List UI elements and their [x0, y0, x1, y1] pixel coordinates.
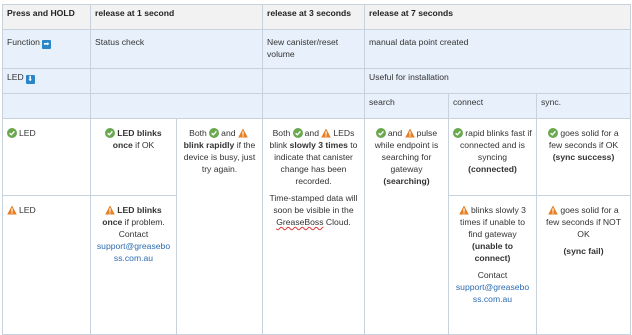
ok-led-label: LED — [19, 128, 36, 138]
blink-rapidly-text: blink rapidly — [183, 140, 235, 150]
header-release-3s: release at 3 seconds — [262, 4, 365, 30]
led-label: LED — [7, 72, 24, 82]
reset-cell: Both and LEDs blink slowly 3 times to in… — [262, 118, 365, 335]
header-press-hold: Press and HOLD — [2, 4, 91, 30]
arrow-right-icon: ➡ — [41, 40, 51, 49]
manual-data-text: manual data point created — [369, 37, 469, 47]
header-row: Press and HOLD release at 1 second relea… — [2, 4, 631, 30]
reset-both: Both — [272, 128, 291, 138]
ok-status-bold2: once — [112, 140, 133, 150]
sync-ok-state: (sync success) — [552, 152, 615, 162]
subheader-row: search connect sync. — [2, 93, 631, 119]
sub-connect: connect — [448, 93, 537, 119]
led-label-cell: LED ⬇ — [2, 68, 91, 94]
arrow-down-icon: ⬇ — [25, 75, 35, 84]
check-circle-icon — [209, 128, 220, 138]
warning-triangle-icon — [404, 128, 415, 138]
function-new-canister: New canister/reset volume — [262, 29, 365, 69]
connect-fail-desc: blinks slowly 3 times if unable to find … — [460, 205, 526, 239]
ok-status-text: if OK — [135, 140, 155, 150]
warn-status-cell: LED blinks once if problem. Contact supp… — [90, 195, 177, 335]
warning-triangle-icon — [7, 205, 17, 215]
sub-sync: sync. — [536, 93, 631, 119]
header-release-7s: release at 7 seconds — [364, 4, 631, 30]
reset-note-brand: GreaseBoss — [276, 217, 324, 227]
connect-ok-desc: rapid blinks fast if connected and is sy… — [460, 128, 532, 162]
reset-and: and — [304, 128, 319, 138]
warning-triangle-icon — [238, 128, 248, 138]
warn-led-label: LED — [19, 205, 36, 215]
led-reference-table: Press and HOLD release at 1 second relea… — [0, 0, 632, 335]
sync-fail-cell: goes solid for a few seconds if NOT OK (… — [536, 195, 631, 335]
useful-installation: Useful for installation — [364, 68, 631, 94]
led-empty-2 — [262, 68, 365, 94]
function-status-check: Status check — [90, 29, 263, 69]
led-row: LED ⬇ Useful for installation — [2, 68, 631, 94]
function-manual-data: manual data point created — [364, 29, 631, 69]
warning-triangle-icon — [459, 205, 469, 215]
reset-slowly: slowly 3 times — [289, 140, 348, 150]
function-label-cell: Function ➡ — [2, 29, 91, 69]
check-circle-icon — [375, 128, 386, 138]
check-circle-icon — [548, 128, 559, 138]
reset-note-end: Cloud. — [325, 217, 351, 227]
function-row: Function ➡ Status check New canister/rese… — [2, 29, 631, 69]
both-text: Both — [189, 128, 207, 138]
sync-fail-state: (sync fail) — [563, 246, 604, 256]
connect-ok-state: (connected) — [468, 164, 517, 174]
sub-empty-3 — [262, 93, 365, 119]
connect-fail-cell: blinks slowly 3 times if unable to find … — [448, 195, 537, 335]
check-circle-icon — [453, 128, 464, 138]
connect-support-email-link[interactable]: support@greasebo ss.com.au — [456, 282, 529, 304]
and-text: and — [221, 128, 236, 138]
both-busy-cell: Both and blink rapidly if the device is … — [176, 118, 263, 335]
function-label: Function — [7, 37, 40, 47]
sync-ok-cell: goes solid for a few seconds if OK (sync… — [536, 118, 631, 196]
warning-triangle-icon — [105, 205, 116, 215]
warning-triangle-icon — [321, 128, 332, 138]
warning-triangle-icon — [548, 205, 559, 215]
sync-ok-desc: goes solid for a few seconds if OK — [548, 128, 619, 150]
search-and: and — [387, 128, 403, 138]
warn-status-text: if problem. — [124, 217, 165, 227]
sub-empty-1 — [2, 93, 91, 119]
warn-contact: Contact — [118, 229, 149, 239]
connect-contact: Contact — [477, 270, 508, 280]
check-circle-icon — [105, 128, 116, 138]
check-circle-icon — [292, 128, 303, 138]
table: Press and HOLD release at 1 second relea… — [2, 4, 631, 335]
connect-ok-cell: rapid blinks fast if connected and is sy… — [448, 118, 537, 196]
warn-status-bold1: LED blinks — [117, 205, 162, 215]
check-circle-icon — [7, 128, 17, 138]
connect-fail-state: (unable to connect) — [471, 241, 514, 263]
search-state: (searching) — [383, 176, 430, 186]
ok-status-bold1: LED blinks — [117, 128, 162, 138]
header-release-1s: release at 1 second — [90, 4, 263, 30]
ok-led-cell: LED — [2, 118, 91, 196]
support-email-link[interactable]: support@greasebo ss.com.au — [97, 241, 170, 263]
ok-row: LED LED blinks once if OK Both and blink… — [2, 118, 631, 335]
reset-note: Time-stamped data will soon be visible i… — [269, 193, 358, 215]
sub-search: search — [364, 93, 449, 119]
warn-led-cell: LED — [2, 195, 91, 335]
warn-status-bold2: once — [102, 217, 123, 227]
ok-status-cell: LED blinks once if OK — [90, 118, 177, 196]
led-empty-1 — [90, 68, 263, 94]
search-cell: and pulse while endpoint is searching fo… — [364, 118, 449, 335]
sub-empty-2 — [90, 93, 263, 119]
